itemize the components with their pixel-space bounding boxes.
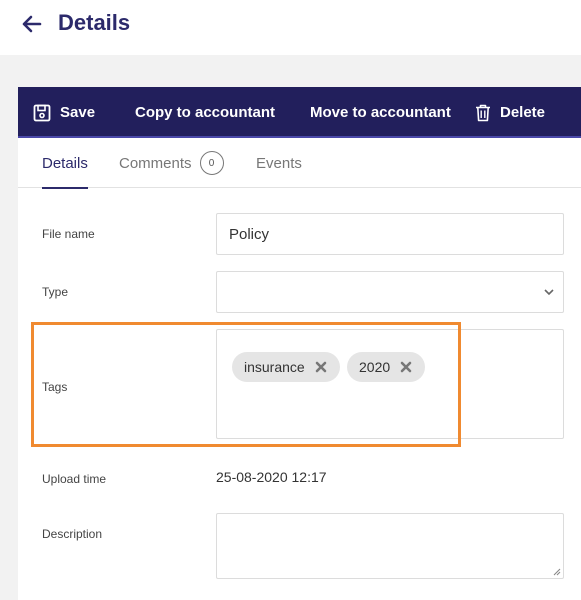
tags-input[interactable]: insurance 2020 xyxy=(216,329,564,439)
details-panel: Save Copy to accountant Move to accounta… xyxy=(18,87,581,600)
tab-details[interactable]: Details xyxy=(42,138,88,189)
tags-label: Tags xyxy=(42,380,68,394)
page-title: Details xyxy=(58,10,131,35)
tag-label: insurance xyxy=(244,359,305,375)
file-name-input[interactable] xyxy=(216,213,564,255)
tab-details-label: Details xyxy=(42,154,88,172)
save-button[interactable]: Save xyxy=(33,87,95,138)
description-textarea[interactable] xyxy=(216,513,564,579)
tag-chip: 2020 xyxy=(347,352,426,382)
close-icon[interactable] xyxy=(399,360,413,374)
close-icon[interactable] xyxy=(314,360,328,374)
move-label: Move to accountant xyxy=(310,104,451,121)
file-name-label: File name xyxy=(42,227,95,241)
type-select[interactable] xyxy=(216,271,564,313)
arrow-left-icon[interactable] xyxy=(20,11,42,37)
floppy-disk-icon xyxy=(33,104,51,121)
tab-events-label: Events xyxy=(256,154,302,172)
move-to-accountant-button[interactable]: Move to accountant xyxy=(310,87,451,138)
tab-comments-label: Comments xyxy=(119,154,192,172)
resize-grip-icon[interactable] xyxy=(551,566,561,576)
comments-count-badge: 0 xyxy=(199,151,224,175)
tag-label: 2020 xyxy=(359,359,391,375)
delete-label: Delete xyxy=(500,104,546,121)
type-label: Type xyxy=(42,285,69,299)
action-toolbar: Save Copy to accountant Move to accounta… xyxy=(18,87,581,138)
save-label: Save xyxy=(60,104,96,121)
delete-button[interactable]: Delete xyxy=(475,87,545,138)
tab-comments[interactable]: Comments 0 xyxy=(119,138,224,188)
tab-events[interactable]: Events xyxy=(256,138,302,188)
copy-to-accountant-button[interactable]: Copy to accountant xyxy=(135,87,275,138)
chevron-down-icon xyxy=(544,289,554,296)
trash-icon xyxy=(476,104,490,121)
description-label: Description xyxy=(42,527,103,541)
copy-label: Copy to accountant xyxy=(135,104,276,121)
tab-bar: Details Comments 0 Events xyxy=(18,138,581,189)
upload-time-value: 25-08-2020 12:17 xyxy=(216,469,327,485)
tag-chip: insurance xyxy=(232,352,340,382)
page-header: Details xyxy=(0,0,581,55)
upload-time-label: Upload time xyxy=(42,472,107,486)
